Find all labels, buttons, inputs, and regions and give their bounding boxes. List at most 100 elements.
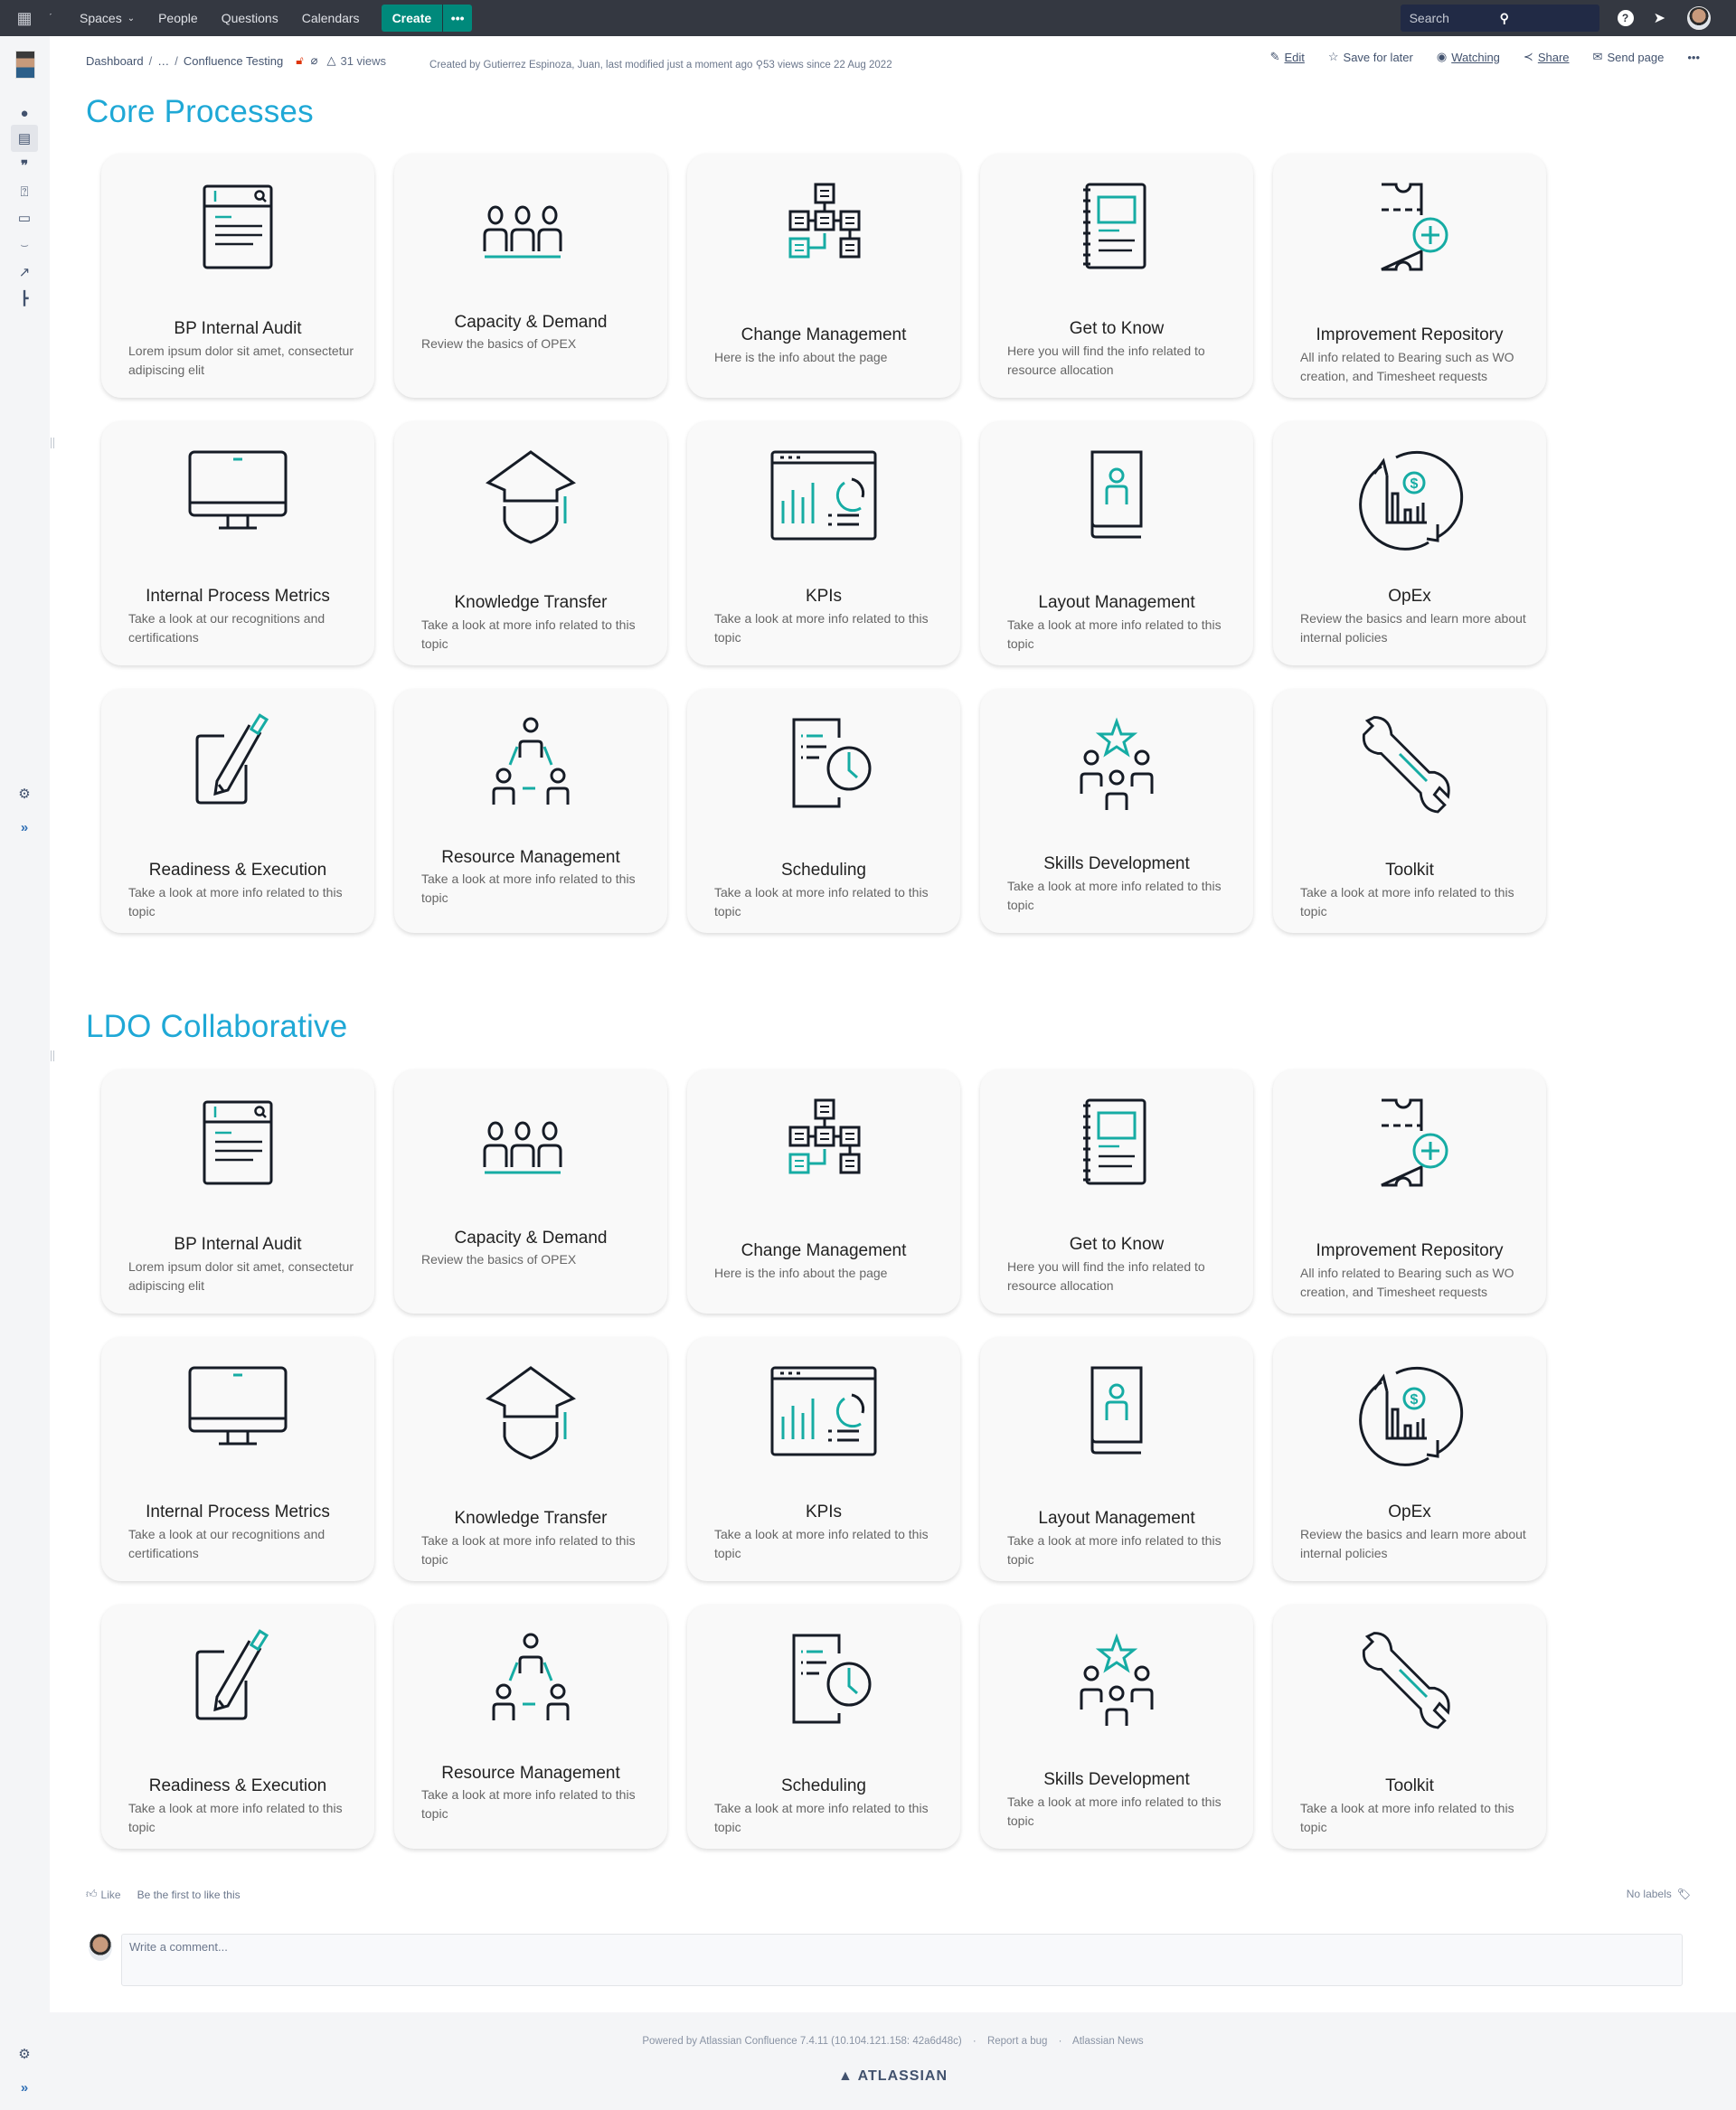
sidebar-resize-handle[interactable]: [51, 438, 54, 448]
expand-sidebar-icon[interactable]: »: [11, 814, 38, 841]
tag-icon[interactable]: 🏷︎: [1677, 1888, 1691, 1900]
card-title[interactable]: Toolkit: [1273, 861, 1546, 881]
share-button[interactable]: ≺ Share: [1524, 50, 1570, 64]
card-title[interactable]: OpEx: [1273, 587, 1546, 607]
card-title[interactable]: Skills Development: [980, 854, 1253, 874]
card-readiness-execution[interactable]: Readiness & Execution Take a look at more…: [101, 689, 374, 933]
card-readiness-execution[interactable]: Readiness & Execution Take a look at more…: [101, 1605, 374, 1849]
card-title[interactable]: Get to Know: [980, 319, 1253, 339]
card-get-to-know[interactable]: Get to Know Here you will find the info r…: [980, 154, 1253, 398]
breadcrumb-dashboard[interactable]: Dashboard: [86, 54, 144, 68]
card-kpis[interactable]: KPIs Take a look at more info related to …: [687, 421, 960, 665]
create-more-button[interactable]: •••: [443, 5, 473, 32]
sidebar-resize-handle-2[interactable]: [51, 1050, 54, 1061]
watching-button[interactable]: ◉ Watching: [1437, 50, 1500, 64]
card-opex[interactable]: $ OpEx Review the basics and learn more ab…: [1273, 1337, 1546, 1581]
atlassian-logo[interactable]: ▲ ATLASSIAN: [50, 2068, 1736, 2085]
card-toolkit[interactable]: Toolkit Take a look at more info related …: [1273, 689, 1546, 933]
nav-calendars[interactable]: Calendars: [302, 11, 360, 25]
card-title[interactable]: Internal Process Metrics: [101, 587, 374, 607]
card-improvement-repository[interactable]: Improvement Repository All info related t…: [1273, 1069, 1546, 1314]
card-scheduling[interactable]: Scheduling Take a look at more info relat…: [687, 1605, 960, 1849]
card-title[interactable]: Readiness & Execution: [101, 1776, 374, 1796]
confluence-logo-icon[interactable]: ˊ: [49, 13, 61, 24]
card-title[interactable]: KPIs: [687, 1502, 960, 1522]
card-title[interactable]: Get to Know: [980, 1235, 1253, 1255]
help-icon[interactable]: ?: [1617, 10, 1634, 26]
card-layout-management[interactable]: Layout Management Take a look at more inf…: [980, 1337, 1253, 1581]
card-change-management[interactable]: Change Management Here is the info about …: [687, 1069, 960, 1314]
like-button[interactable]: 👍︎ Like: [86, 1888, 121, 1901]
card-title[interactable]: Scheduling: [687, 1776, 960, 1796]
card-title[interactable]: Resource Management: [394, 848, 667, 868]
card-resource-management[interactable]: Resource Management Take a look at more i…: [394, 689, 667, 933]
card-title[interactable]: Layout Management: [980, 1509, 1253, 1529]
questions-icon[interactable]: ⍰: [11, 178, 38, 205]
card-title[interactable]: OpEx: [1273, 1502, 1546, 1522]
card-title[interactable]: Readiness & Execution: [101, 861, 374, 881]
people-icon[interactable]: ●: [11, 99, 38, 127]
attachment-icon[interactable]: ⌀: [311, 53, 318, 68]
card-capacity-demand[interactable]: Capacity & Demand Review the basics of OP…: [394, 154, 667, 398]
card-skills-development[interactable]: Skills Development Take a look at more in…: [980, 1605, 1253, 1849]
save-for-later-button[interactable]: ☆ Save for later: [1328, 50, 1413, 64]
nav-people[interactable]: People: [158, 11, 198, 25]
card-title[interactable]: Internal Process Metrics: [101, 1502, 374, 1522]
card-bp-internal-audit[interactable]: BP Internal Audit Lorem ipsum dolor sit a…: [101, 1069, 374, 1314]
card-title[interactable]: KPIs: [687, 587, 960, 607]
more-actions-button[interactable]: •••: [1687, 51, 1700, 64]
card-knowledge-transfer[interactable]: Knowledge Transfer Take a look at more in…: [394, 1337, 667, 1581]
card-title[interactable]: BP Internal Audit: [101, 1235, 374, 1255]
nav-spaces[interactable]: Spaces ⌄: [80, 11, 135, 25]
card-skills-development[interactable]: Skills Development Take a look at more in…: [980, 689, 1253, 933]
card-internal-process-metrics[interactable]: Internal Process Metrics Take a look at o…: [101, 421, 374, 665]
unlock-icon[interactable]: 🔓︎: [296, 53, 303, 68]
breadcrumb-ellipsis[interactable]: …: [157, 54, 169, 68]
breadcrumb-confluence-testing[interactable]: Confluence Testing: [184, 54, 283, 68]
page-tree-icon[interactable]: ┣: [11, 285, 38, 312]
user-avatar[interactable]: [1687, 6, 1711, 30]
card-title[interactable]: Capacity & Demand: [394, 313, 667, 333]
card-title[interactable]: BP Internal Audit: [101, 319, 374, 339]
card-get-to-know[interactable]: Get to Know Here you will find the info r…: [980, 1069, 1253, 1314]
card-title[interactable]: Improvement Repository: [1273, 1241, 1546, 1261]
card-title[interactable]: Improvement Repository: [1273, 325, 1546, 345]
card-resource-management[interactable]: Resource Management Take a look at more i…: [394, 1605, 667, 1849]
views-count[interactable]: 31 views: [340, 54, 386, 68]
card-title[interactable]: Capacity & Demand: [394, 1229, 667, 1248]
card-opex[interactable]: $ OpEx Review the basics and learn more ab…: [1273, 421, 1546, 665]
edit-button[interactable]: ✎ Edit: [1270, 50, 1305, 64]
shortcut-icon[interactable]: ↗: [11, 259, 38, 286]
card-title[interactable]: Change Management: [687, 1241, 960, 1261]
notifications-icon[interactable]: ➤: [1654, 9, 1665, 27]
card-title[interactable]: Resource Management: [394, 1764, 667, 1784]
report-bug-link[interactable]: Report a bug: [987, 2036, 1048, 2047]
blog-icon[interactable]: ❞: [11, 152, 38, 179]
space-settings-icon[interactable]: ⚙: [11, 780, 38, 807]
pages-icon[interactable]: ▤: [11, 125, 38, 152]
card-title[interactable]: Layout Management: [980, 593, 1253, 613]
card-internal-process-metrics[interactable]: Internal Process Metrics Take a look at o…: [101, 1337, 374, 1581]
page-views-text[interactable]: 53 views since 22 Aug 2022: [763, 60, 892, 71]
card-toolkit[interactable]: Toolkit Take a look at more info related …: [1273, 1605, 1546, 1849]
expand-sidebar-bottom-icon[interactable]: »: [11, 2074, 38, 2101]
card-title[interactable]: Toolkit: [1273, 1776, 1546, 1796]
card-kpis[interactable]: KPIs Take a look at more info related to …: [687, 1337, 960, 1581]
card-title[interactable]: Knowledge Transfer: [394, 593, 667, 613]
card-knowledge-transfer[interactable]: Knowledge Transfer Take a look at more in…: [394, 421, 667, 665]
card-capacity-demand[interactable]: Capacity & Demand Review the basics of OP…: [394, 1069, 667, 1314]
search-input[interactable]: Search ⚲: [1400, 5, 1599, 32]
card-title[interactable]: Knowledge Transfer: [394, 1509, 667, 1529]
space-settings-bottom-icon[interactable]: ⚙: [11, 2040, 38, 2068]
comment-input[interactable]: Write a comment...: [121, 1934, 1683, 1986]
card-title[interactable]: Change Management: [687, 325, 960, 345]
space-avatar[interactable]: [15, 51, 35, 79]
send-page-button[interactable]: ✉ Send page: [1593, 50, 1665, 64]
nav-questions[interactable]: Questions: [222, 11, 278, 25]
card-change-management[interactable]: Change Management Here is the info about …: [687, 154, 960, 398]
card-scheduling[interactable]: Scheduling Take a look at more info relat…: [687, 689, 960, 933]
atlassian-news-link[interactable]: Atlassian News: [1072, 2036, 1144, 2047]
card-title[interactable]: Scheduling: [687, 861, 960, 881]
analytics-icon[interactable]: ⌣: [11, 231, 38, 259]
app-switcher-icon[interactable]: ▦: [0, 0, 49, 36]
